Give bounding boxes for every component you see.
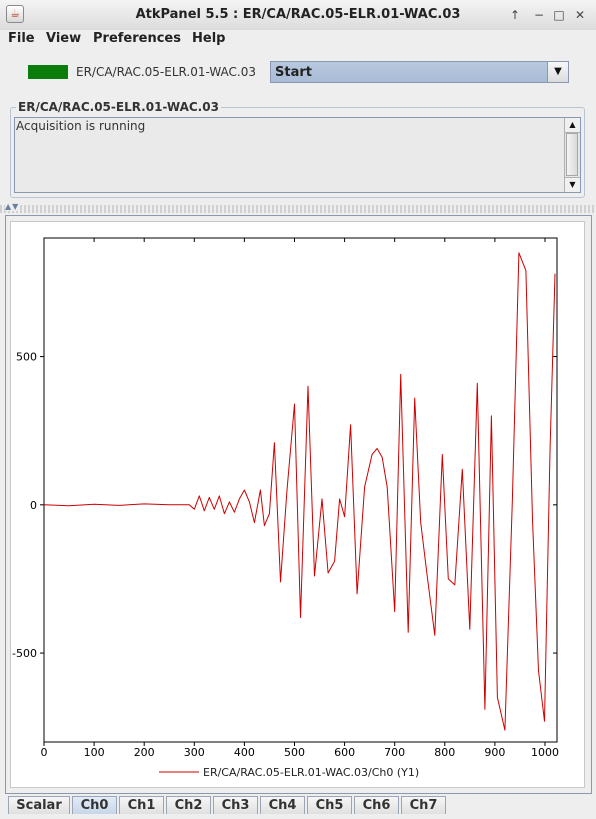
status-textarea[interactable]: Acquisition is running ▲ ▼ xyxy=(14,117,581,193)
menu-view[interactable]: View xyxy=(46,31,81,46)
status-group-title: ER/CA/RAC.05-ELR.01-WAC.03 xyxy=(16,100,221,114)
x-tick-label: 800 xyxy=(434,746,455,759)
x-tick-label: 600 xyxy=(334,746,355,759)
x-tick-label: 400 xyxy=(234,746,255,759)
x-tick-label: 1000 xyxy=(531,746,559,759)
scroll-up-icon[interactable]: ▲ xyxy=(565,118,580,133)
tab-ch5[interactable]: Ch5 xyxy=(307,796,352,814)
x-tick-label: 900 xyxy=(484,746,505,759)
series-line xyxy=(43,252,556,731)
x-tick-label: 300 xyxy=(184,746,205,759)
tab-ch7[interactable]: Ch7 xyxy=(401,796,446,814)
waveform-chart: 0 100 200 300 400 500 600 700 800 900 1000 -500 0 500… xyxy=(12,237,559,779)
x-tick-label: 700 xyxy=(384,746,405,759)
y-tick-label: 500 xyxy=(16,351,37,364)
maximize-icon[interactable]: □ xyxy=(551,7,567,23)
menu-preferences[interactable]: Preferences xyxy=(93,31,181,46)
split-divider[interactable]: ▲▼ xyxy=(0,202,596,213)
scroll-down-icon[interactable]: ▼ xyxy=(565,177,580,192)
menu-file[interactable]: File xyxy=(8,31,35,46)
tab-ch0[interactable]: Ch0 xyxy=(72,796,117,814)
command-value: Start xyxy=(275,65,312,80)
split-arrows-icon[interactable]: ▲▼ xyxy=(5,202,20,211)
command-combo[interactable]: Start ▼ xyxy=(270,61,569,83)
tab-ch4[interactable]: Ch4 xyxy=(260,796,305,814)
menu-help[interactable]: Help xyxy=(192,31,225,46)
device-name-label: ER/CA/RAC.05-ELR.01-WAC.03 xyxy=(76,65,257,79)
tab-bar: Scalar Ch0 Ch1 Ch2 Ch3 Ch4 Ch5 Ch6 Ch7 xyxy=(0,794,596,819)
status-scrollbar[interactable]: ▲ ▼ xyxy=(564,118,580,192)
status-text: Acquisition is running xyxy=(16,119,146,133)
x-tick-label: 200 xyxy=(134,746,155,759)
legend-label: ER/CA/RAC.05-ELR.01-WAC.03/Ch0 (Y1) xyxy=(203,766,419,779)
tab-scalar[interactable]: Scalar xyxy=(8,796,70,814)
title-bar: ☕ AtkPanel 5.5 : ER/CA/RAC.05-ELR.01-WAC… xyxy=(0,0,596,31)
x-tick-label: 500 xyxy=(284,746,305,759)
tab-ch1[interactable]: Ch1 xyxy=(119,796,164,814)
device-state-indicator xyxy=(28,65,68,79)
chevron-down-icon[interactable]: ▼ xyxy=(547,62,568,82)
tab-ch2[interactable]: Ch2 xyxy=(166,796,211,814)
chart-panel: 0 100 200 300 400 500 600 700 800 900 1000 -500 0 500… xyxy=(10,221,585,788)
scroll-thumb[interactable] xyxy=(566,133,578,176)
x-tick-label: 100 xyxy=(84,746,105,759)
tab-ch6[interactable]: Ch6 xyxy=(354,796,399,814)
minimize-icon[interactable]: − xyxy=(531,7,547,23)
y-tick-label: -500 xyxy=(12,647,37,660)
tab-ch3[interactable]: Ch3 xyxy=(213,796,258,814)
close-icon[interactable]: ✕ xyxy=(572,7,588,23)
menu-bar: File View Preferences Help xyxy=(0,30,596,50)
keep-above-icon[interactable]: ↑ xyxy=(507,7,523,23)
y-tick-label: 0 xyxy=(30,499,37,512)
x-tick-label: 0 xyxy=(41,746,48,759)
